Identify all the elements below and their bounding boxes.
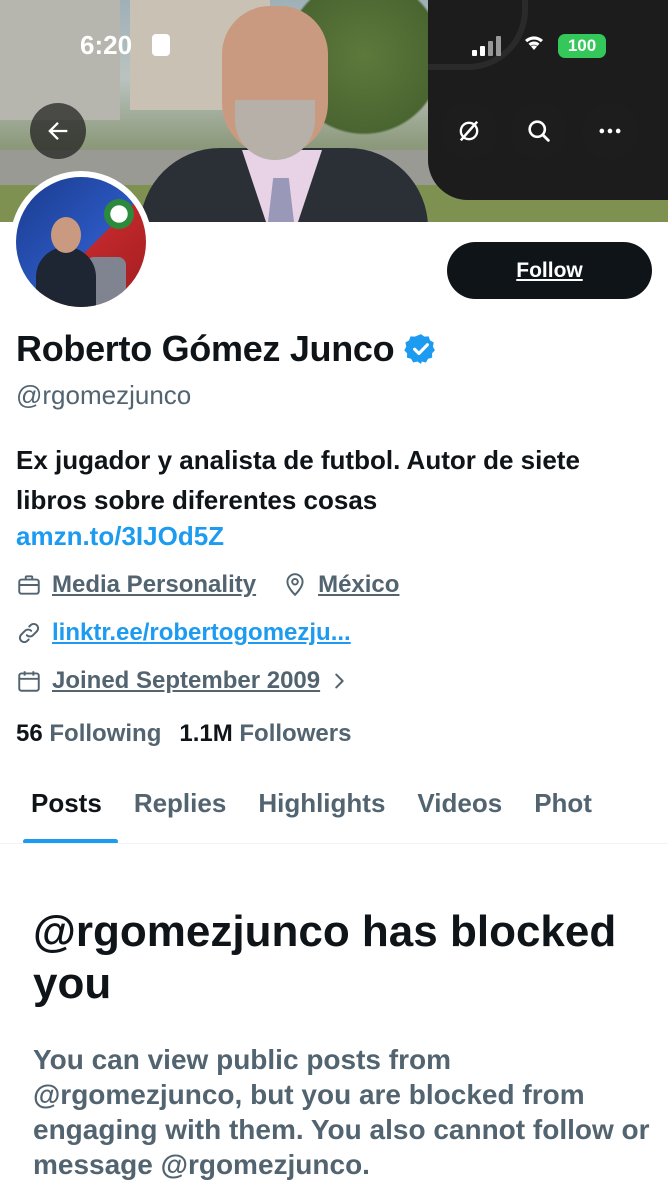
following-label: Following xyxy=(49,720,162,747)
followers-count-link[interactable]: 1.1M Followers xyxy=(179,720,351,748)
followers-label: Followers xyxy=(239,720,352,747)
tab-label: Phot xyxy=(534,788,592,818)
back-button[interactable] xyxy=(30,103,86,159)
tab-label: Replies xyxy=(133,788,227,818)
profile-website-link[interactable]: linktr.ee/robertogomezju... xyxy=(52,619,351,647)
status-time: 6:20 xyxy=(80,30,133,60)
profile-joined-date[interactable]: Joined September 2009 xyxy=(52,667,320,695)
search-button[interactable] xyxy=(511,103,567,159)
profile-name-row: Roberto Gómez Junco xyxy=(16,328,438,370)
bio-link[interactable]: amzn.to/3IJOd5Z xyxy=(16,521,224,552)
profile-meta-row: linktr.ee/robertogomezju... xyxy=(16,619,351,647)
following-count-link[interactable]: 56 Following xyxy=(16,720,161,748)
avatar-image xyxy=(16,177,146,307)
grok-icon xyxy=(459,120,479,142)
tab-posts[interactable]: Posts xyxy=(0,770,118,843)
profile-category[interactable]: Media Personality xyxy=(52,571,256,599)
avatar[interactable] xyxy=(10,171,152,313)
tab-photos[interactable]: Phot xyxy=(518,770,608,843)
avatar-person-body xyxy=(36,247,96,307)
blocked-title: @rgomezjunco has blocked you xyxy=(33,907,617,1008)
link-icon xyxy=(18,622,40,644)
more-icon xyxy=(599,128,621,134)
follow-button[interactable]: Follow xyxy=(447,242,652,299)
location-group: México xyxy=(282,571,399,599)
follow-counts: 56 Following 1.1M Followers xyxy=(16,720,351,748)
tab-videos[interactable]: Videos xyxy=(401,770,518,843)
calendar-icon xyxy=(18,671,40,692)
profile-bio: Ex jugador y analista de futbol. Autor d… xyxy=(16,445,580,515)
tab-replies[interactable]: Replies xyxy=(118,770,243,843)
active-tab-indicator xyxy=(23,839,118,843)
arrow-left-icon xyxy=(48,122,68,140)
chevron-right-icon[interactable] xyxy=(328,670,350,692)
profile-meta-row: Joined September 2009 xyxy=(16,667,360,695)
wifi-icon xyxy=(522,32,546,58)
following-count: 56 xyxy=(16,720,43,747)
profile-meta-row: Media Personality México xyxy=(16,571,399,599)
soccer-ball-icon xyxy=(104,199,134,229)
grok-button[interactable] xyxy=(441,103,497,159)
blocked-description: You can view public posts from @rgomezju… xyxy=(33,1044,650,1180)
cellular-signal-icon xyxy=(472,34,501,56)
focus-icon xyxy=(152,34,170,56)
tab-label: Highlights xyxy=(258,788,386,818)
tab-label: Videos xyxy=(417,788,503,818)
briefcase-icon xyxy=(18,575,40,595)
profile-handle: @rgomezjunco xyxy=(16,380,192,410)
profile-tabs: Posts Replies Highlights Videos Phot xyxy=(0,770,668,844)
battery-indicator: 100 xyxy=(558,34,606,58)
profile-location[interactable]: México xyxy=(318,571,399,599)
status-bar: 6:20 100 xyxy=(0,0,668,80)
tab-label: Posts xyxy=(31,788,102,818)
verified-badge-icon[interactable] xyxy=(404,332,438,366)
followers-count: 1.1M xyxy=(179,720,233,747)
location-pin-icon xyxy=(286,573,304,597)
search-icon xyxy=(528,120,550,142)
tab-highlights[interactable]: Highlights xyxy=(242,770,401,843)
avatar-person-head xyxy=(51,217,81,253)
profile-name: Roberto Gómez Junco xyxy=(16,328,395,369)
more-options-button[interactable] xyxy=(582,103,638,159)
